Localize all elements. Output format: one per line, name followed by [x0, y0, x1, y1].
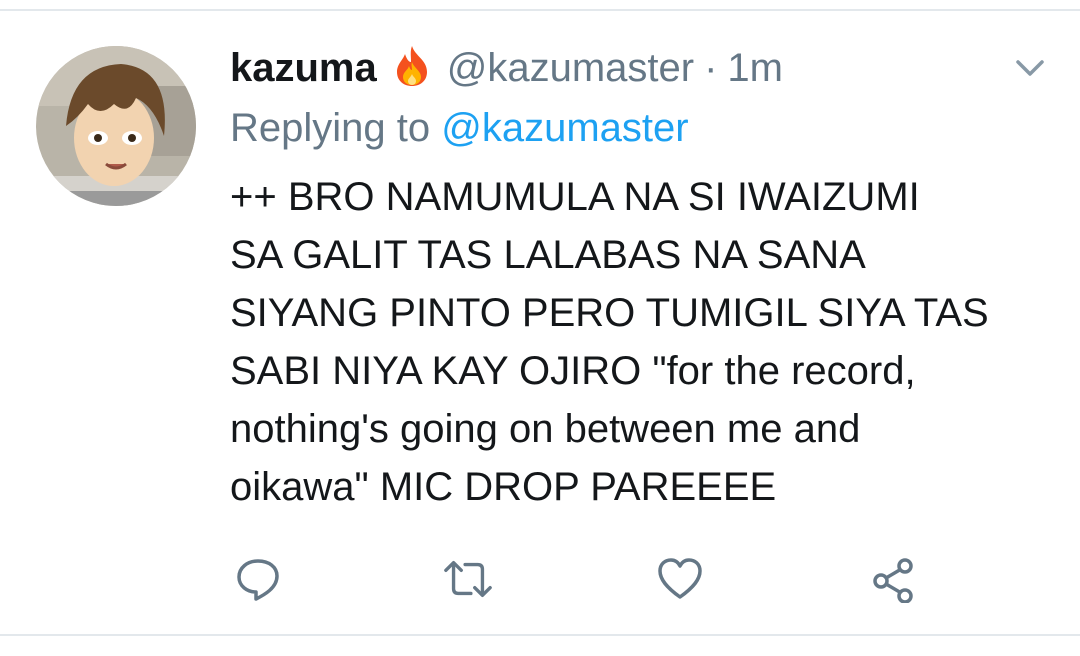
retweet-button[interactable]	[442, 553, 494, 605]
tweet-text-line: ++ BRO NAMUMULA NA SI IWAIZUMI	[230, 175, 920, 219]
display-name[interactable]: kazuma	[230, 46, 377, 91]
avatar-image	[36, 46, 196, 206]
like-button[interactable]	[654, 553, 706, 605]
retweet-icon	[444, 560, 492, 598]
tweet-text: ++ BRO NAMUMULA NA SI IWAIZUMI SA GALIT …	[230, 168, 1050, 516]
reply-icon	[237, 559, 279, 601]
tweet-menu-button[interactable]	[1010, 52, 1050, 84]
bottom-divider	[0, 634, 1080, 636]
author-handle[interactable]: @kazumaster	[447, 46, 694, 91]
tweet-text-line: oikawa" MIC DROP PAREEEE	[230, 465, 777, 509]
like-icon	[658, 558, 702, 599]
tweet-header: kazuma @kazumaster · 1m	[230, 44, 783, 92]
tweet-text-line: nothing's going on between me and	[230, 407, 861, 451]
share-button[interactable]	[866, 553, 918, 605]
replying-mention[interactable]: @kazumaster	[441, 106, 688, 150]
replying-prefix: Replying to	[230, 106, 431, 150]
tweet-text-line: SA GALIT TAS LALABAS NA SANA	[230, 233, 866, 277]
share-icon	[873, 558, 913, 603]
tweet-text-line: SIYANG PINTO PERO TUMIGIL SIYA TAS	[230, 291, 989, 335]
fire-icon	[391, 44, 433, 93]
tweet-text-line: SABI NIYA KAY OJIRO "for the record,	[230, 349, 916, 393]
reply-button[interactable]	[232, 553, 284, 605]
separator-dot: ·	[704, 45, 718, 90]
top-divider	[0, 9, 1080, 11]
avatar[interactable]	[36, 46, 196, 206]
chevron-down-icon	[1016, 60, 1044, 76]
replying-to: Replying to @kazumaster	[230, 106, 689, 151]
timestamp[interactable]: 1m	[727, 46, 783, 91]
